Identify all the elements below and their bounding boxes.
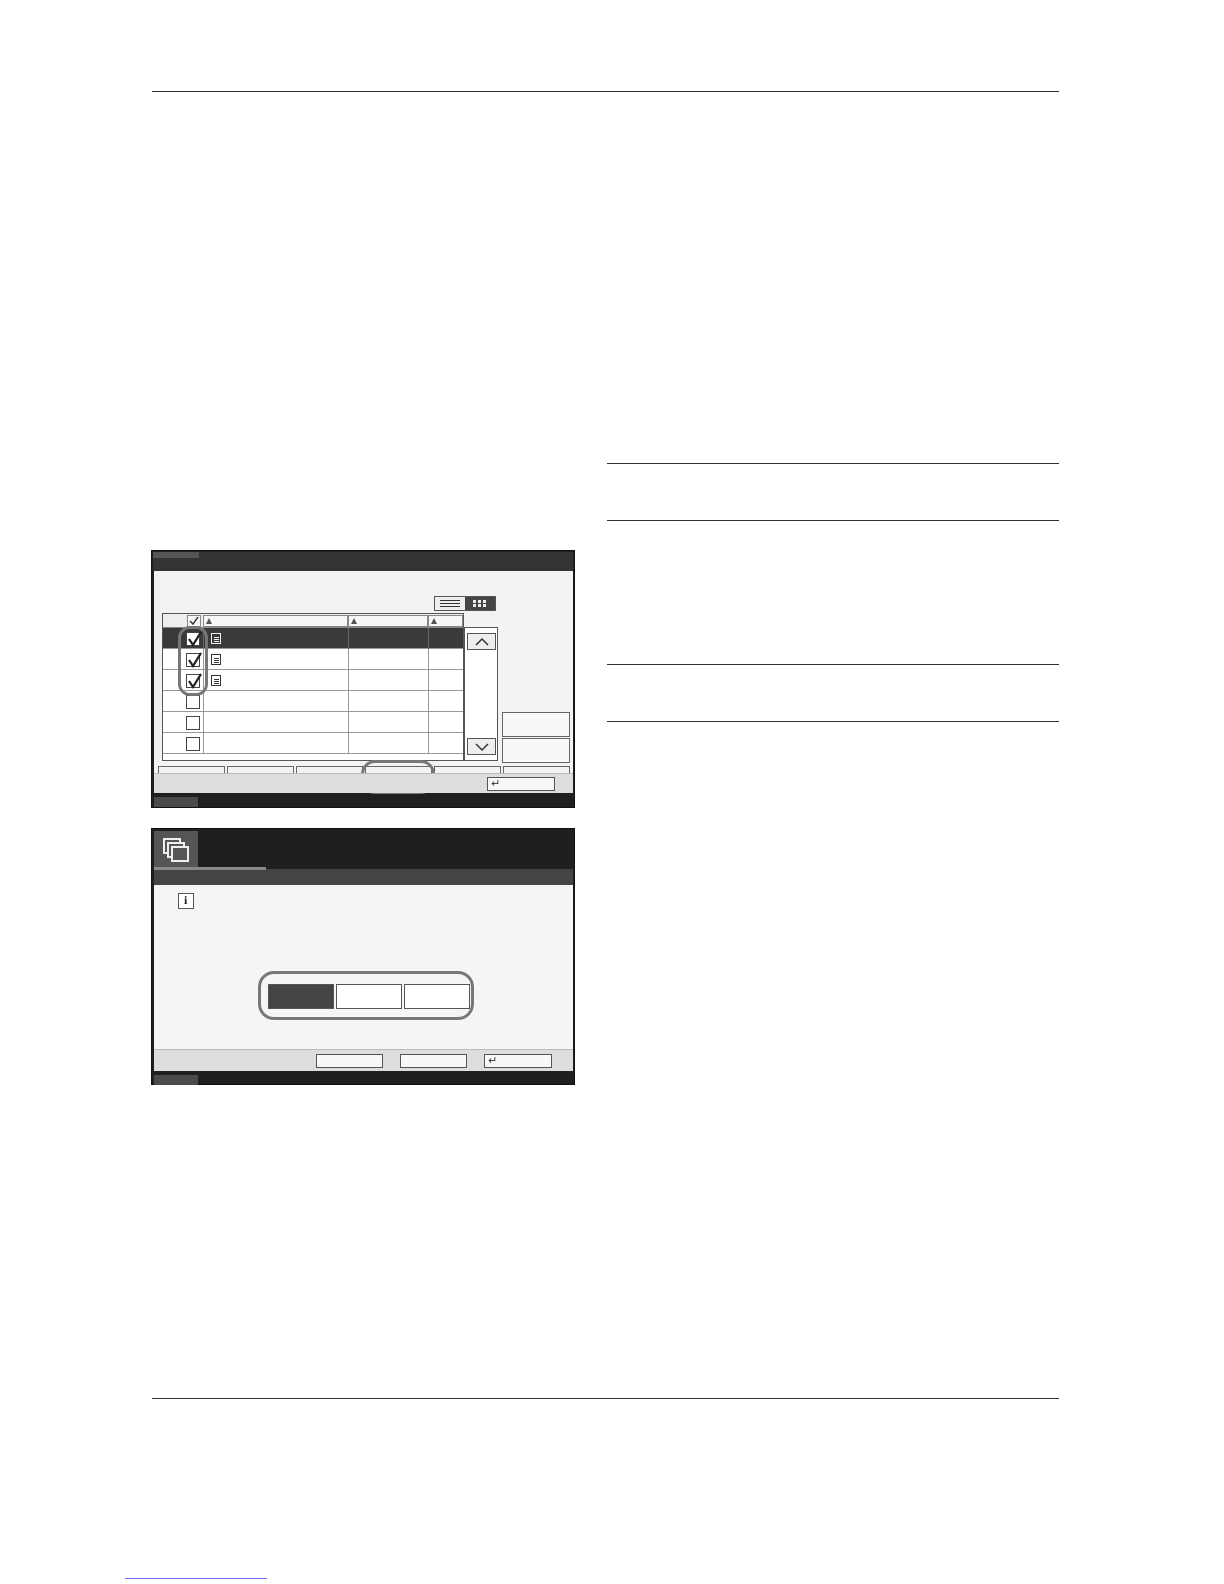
scroll-down-button[interactable]	[467, 738, 496, 755]
list-panel	[154, 571, 573, 794]
dialog-header	[154, 867, 573, 885]
note-rule-bottom-1	[607, 520, 1059, 521]
column-divider	[203, 733, 204, 754]
column-divider	[428, 670, 429, 691]
checkbox-highlight-ring	[178, 626, 208, 696]
sort-arrow-icon	[431, 618, 437, 624]
close-button[interactable]: ↵	[484, 1054, 552, 1068]
bottom-tab	[154, 797, 198, 807]
note-rule-bottom-2	[607, 721, 1059, 722]
bottom-tab	[154, 1075, 198, 1085]
side-button-2[interactable]	[502, 738, 570, 763]
table-header	[163, 614, 463, 628]
document-box-tab[interactable]	[154, 831, 198, 867]
chevron-down-icon	[475, 743, 489, 752]
status-button-1[interactable]	[316, 1054, 383, 1068]
column-divider	[348, 691, 349, 712]
column-divider	[348, 733, 349, 754]
dialog-panel: i ↵	[154, 867, 573, 1071]
thumbnail-view-button[interactable]	[465, 597, 495, 610]
thumbnail-view-icon	[473, 600, 486, 607]
column-divider	[428, 733, 429, 754]
confirmation-screen: i ↵	[151, 828, 575, 1085]
column-divider	[428, 628, 429, 649]
scroll-bar[interactable]	[464, 627, 498, 761]
column-divider	[428, 649, 429, 670]
status-button-2[interactable]	[400, 1054, 467, 1068]
document-box-icon	[163, 838, 189, 862]
document-icon	[211, 654, 221, 665]
view-toggle[interactable]	[434, 596, 496, 611]
chevron-up-icon	[475, 637, 489, 646]
table-row[interactable]	[163, 712, 463, 733]
choice-button-3[interactable]	[404, 984, 470, 1009]
column-divider	[348, 712, 349, 733]
choice-button-1[interactable]	[268, 984, 334, 1009]
sort-arrow-icon	[351, 618, 357, 624]
column-divider	[428, 712, 429, 733]
document-icon	[211, 675, 221, 686]
row-checkbox[interactable]	[186, 737, 200, 751]
document-icon	[211, 633, 221, 644]
choice-button-2[interactable]	[336, 984, 402, 1009]
dialog-status-bar: ↵	[154, 1049, 573, 1071]
title-tab	[153, 552, 199, 558]
note-rule-top-2	[607, 664, 1059, 665]
column-divider	[348, 649, 349, 670]
column-header-name[interactable]	[203, 615, 348, 627]
document-list-screen: ↵	[151, 550, 575, 808]
note-rule-top-1	[607, 463, 1059, 464]
column-divider	[428, 691, 429, 712]
header-rule	[152, 91, 1059, 92]
column-divider	[203, 691, 204, 712]
footer-link-underline[interactable]	[125, 1578, 267, 1579]
column-divider	[203, 712, 204, 733]
close-button[interactable]: ↵	[487, 777, 555, 791]
table-row[interactable]	[163, 733, 463, 754]
column-header-size[interactable]	[428, 615, 463, 627]
table-row[interactable]	[163, 628, 463, 649]
table-row[interactable]	[163, 649, 463, 670]
table-row[interactable]	[163, 670, 463, 691]
footer-rule	[152, 1398, 1059, 1399]
row-checkbox[interactable]	[186, 716, 200, 730]
sort-arrow-icon	[206, 618, 212, 624]
enter-icon: ↵	[488, 1054, 498, 1067]
row-checkbox[interactable]	[186, 695, 200, 709]
status-bar: ↵	[154, 773, 573, 793]
table-row[interactable]	[163, 691, 463, 712]
list-view-button[interactable]	[435, 597, 465, 610]
list-view-icon	[440, 600, 460, 607]
choice-highlight-ring	[258, 971, 474, 1020]
check-icon	[189, 616, 199, 626]
dialog-header-tab	[154, 867, 266, 870]
info-icon: i	[178, 893, 194, 909]
enter-icon: ↵	[491, 777, 501, 790]
column-header-date[interactable]	[348, 615, 428, 627]
scroll-up-button[interactable]	[467, 633, 496, 650]
column-divider	[348, 628, 349, 649]
screen-title-bar	[153, 552, 573, 571]
side-button-1[interactable]	[502, 712, 570, 737]
column-divider	[348, 670, 349, 691]
